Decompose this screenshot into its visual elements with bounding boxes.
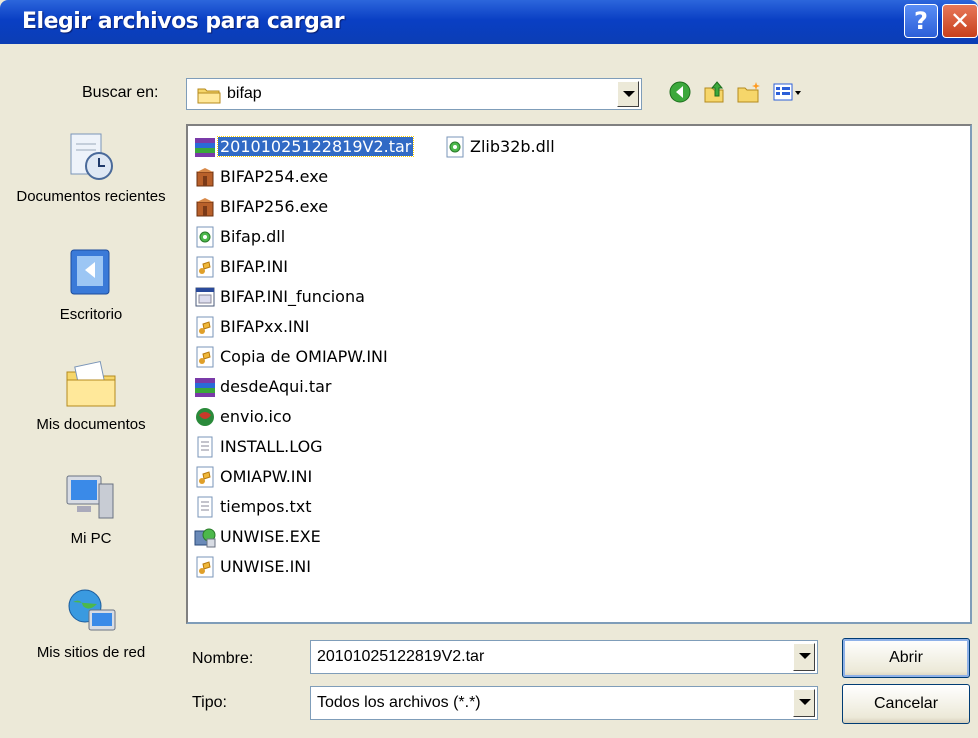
generic-file-icon xyxy=(194,286,216,308)
ini-icon xyxy=(194,256,216,278)
file-item[interactable]: desdeAqui.tar xyxy=(194,372,444,402)
dll-icon xyxy=(444,136,466,158)
file-item[interactable]: BIFAPxx.INI xyxy=(194,312,444,342)
ini-icon xyxy=(194,556,216,578)
ico-icon xyxy=(194,406,216,428)
desktop-icon xyxy=(63,246,119,302)
help-button[interactable]: ? xyxy=(904,4,938,38)
up-folder-icon[interactable] xyxy=(702,80,726,104)
file-name: UNWISE.EXE xyxy=(220,527,321,546)
close-icon: ✕ xyxy=(949,7,971,35)
new-folder-icon[interactable] xyxy=(736,80,760,104)
file-item[interactable]: OMIAPW.INI xyxy=(194,462,444,492)
folder-icon xyxy=(197,86,221,104)
file-item[interactable]: 20101025122819V2.tar xyxy=(194,132,444,162)
file-item[interactable]: Copia de OMIAPW.INI xyxy=(194,342,444,372)
file-name: BIFAP.INI xyxy=(220,257,289,276)
my-documents-icon xyxy=(63,356,119,412)
place-label: Mis sitios de red xyxy=(36,644,146,661)
file-name: 20101025122819V2.tar xyxy=(216,136,415,157)
text-file-icon xyxy=(194,496,216,518)
place-label: Mis documentos xyxy=(36,416,146,433)
lookin-value: bifap xyxy=(227,85,262,102)
window-title: Elegir archivos para cargar xyxy=(22,9,345,34)
place-network[interactable]: Mis sitios de red xyxy=(0,584,182,661)
file-item[interactable]: Zlib32b.dll xyxy=(444,132,644,162)
filetype-value: Todos los archivos (*.*) xyxy=(317,694,481,711)
file-item[interactable]: UNWISE.EXE xyxy=(194,522,444,552)
file-item[interactable]: BIFAP256.exe xyxy=(194,192,444,222)
network-places-icon xyxy=(63,584,119,640)
archive-icon xyxy=(194,376,216,398)
file-item[interactable]: Bifap.dll xyxy=(194,222,444,252)
ini-icon xyxy=(194,466,216,488)
chevron-down-icon[interactable] xyxy=(793,689,815,717)
file-name: tiempos.txt xyxy=(220,497,312,516)
lookin-label: Buscar en: xyxy=(82,84,159,101)
place-recent-documents[interactable]: Documentos recientes xyxy=(0,128,182,205)
chevron-down-icon[interactable] xyxy=(793,643,815,671)
place-my-computer[interactable]: Mi PC xyxy=(0,470,182,547)
file-item[interactable]: BIFAP.INI xyxy=(194,252,444,282)
file-item[interactable]: BIFAP.INI_funciona xyxy=(194,282,444,312)
file-column-2: Zlib32b.dll xyxy=(444,132,644,162)
place-label: Mi PC xyxy=(70,530,112,547)
place-label: Escritorio xyxy=(59,306,123,323)
file-name: BIFAPxx.INI xyxy=(220,317,310,336)
back-icon[interactable] xyxy=(668,80,692,104)
file-open-dialog: Elegir archivos para cargar ? ✕ Buscar e… xyxy=(0,0,978,738)
title-bar[interactable]: Elegir archivos para cargar ? ✕ xyxy=(0,0,978,44)
uninstall-icon xyxy=(194,526,216,548)
close-button[interactable]: ✕ xyxy=(942,4,978,38)
archive-icon xyxy=(194,136,216,158)
file-name: OMIAPW.INI xyxy=(220,467,313,486)
view-menu-icon[interactable] xyxy=(772,80,802,104)
installer-icon xyxy=(194,166,216,188)
file-name: UNWISE.INI xyxy=(220,557,311,576)
file-item[interactable]: INSTALL.LOG xyxy=(194,432,444,462)
filename-field[interactable]: 20101025122819V2.tar xyxy=(310,640,818,674)
installer-icon xyxy=(194,196,216,218)
filename-label: Nombre: xyxy=(192,650,254,667)
file-item[interactable]: envio.ico xyxy=(194,402,444,432)
file-name: INSTALL.LOG xyxy=(220,437,323,456)
open-button[interactable]: Abrir xyxy=(842,638,970,678)
filetype-dropdown[interactable]: Todos los archivos (*.*) xyxy=(310,686,818,720)
place-my-documents[interactable]: Mis documentos xyxy=(0,356,182,433)
place-label: Documentos recientes xyxy=(16,188,166,205)
lookin-dropdown[interactable]: bifap xyxy=(186,78,642,110)
my-computer-icon xyxy=(63,470,119,526)
ini-icon xyxy=(194,316,216,338)
dll-icon xyxy=(194,226,216,248)
file-name: BIFAP256.exe xyxy=(220,197,329,216)
recent-documents-icon xyxy=(63,128,119,184)
file-item[interactable]: BIFAP254.exe xyxy=(194,162,444,192)
filename-value: 20101025122819V2.tar xyxy=(317,648,485,665)
cancel-button[interactable]: Cancelar xyxy=(842,684,970,724)
file-name: Copia de OMIAPW.INI xyxy=(220,347,388,366)
file-name: Zlib32b.dll xyxy=(470,137,555,156)
help-icon: ? xyxy=(914,7,928,35)
file-name: BIFAP254.exe xyxy=(220,167,329,186)
file-name: envio.ico xyxy=(220,407,292,426)
place-desktop[interactable]: Escritorio xyxy=(0,246,182,323)
file-item[interactable]: UNWISE.INI xyxy=(194,552,444,582)
file-column-1: 20101025122819V2.tar BIFAP254.exe BIFAP256… xyxy=(194,132,444,582)
filetype-label: Tipo: xyxy=(192,694,227,711)
file-list[interactable]: 20101025122819V2.tar BIFAP254.exe BIFAP256… xyxy=(186,124,972,624)
file-name: BIFAP.INI_funciona xyxy=(220,287,365,306)
ini-icon xyxy=(194,346,216,368)
file-item[interactable]: tiempos.txt xyxy=(194,492,444,522)
text-file-icon xyxy=(194,436,216,458)
file-name: Bifap.dll xyxy=(220,227,286,246)
chevron-down-icon[interactable] xyxy=(617,81,639,107)
file-name: desdeAqui.tar xyxy=(220,377,332,396)
